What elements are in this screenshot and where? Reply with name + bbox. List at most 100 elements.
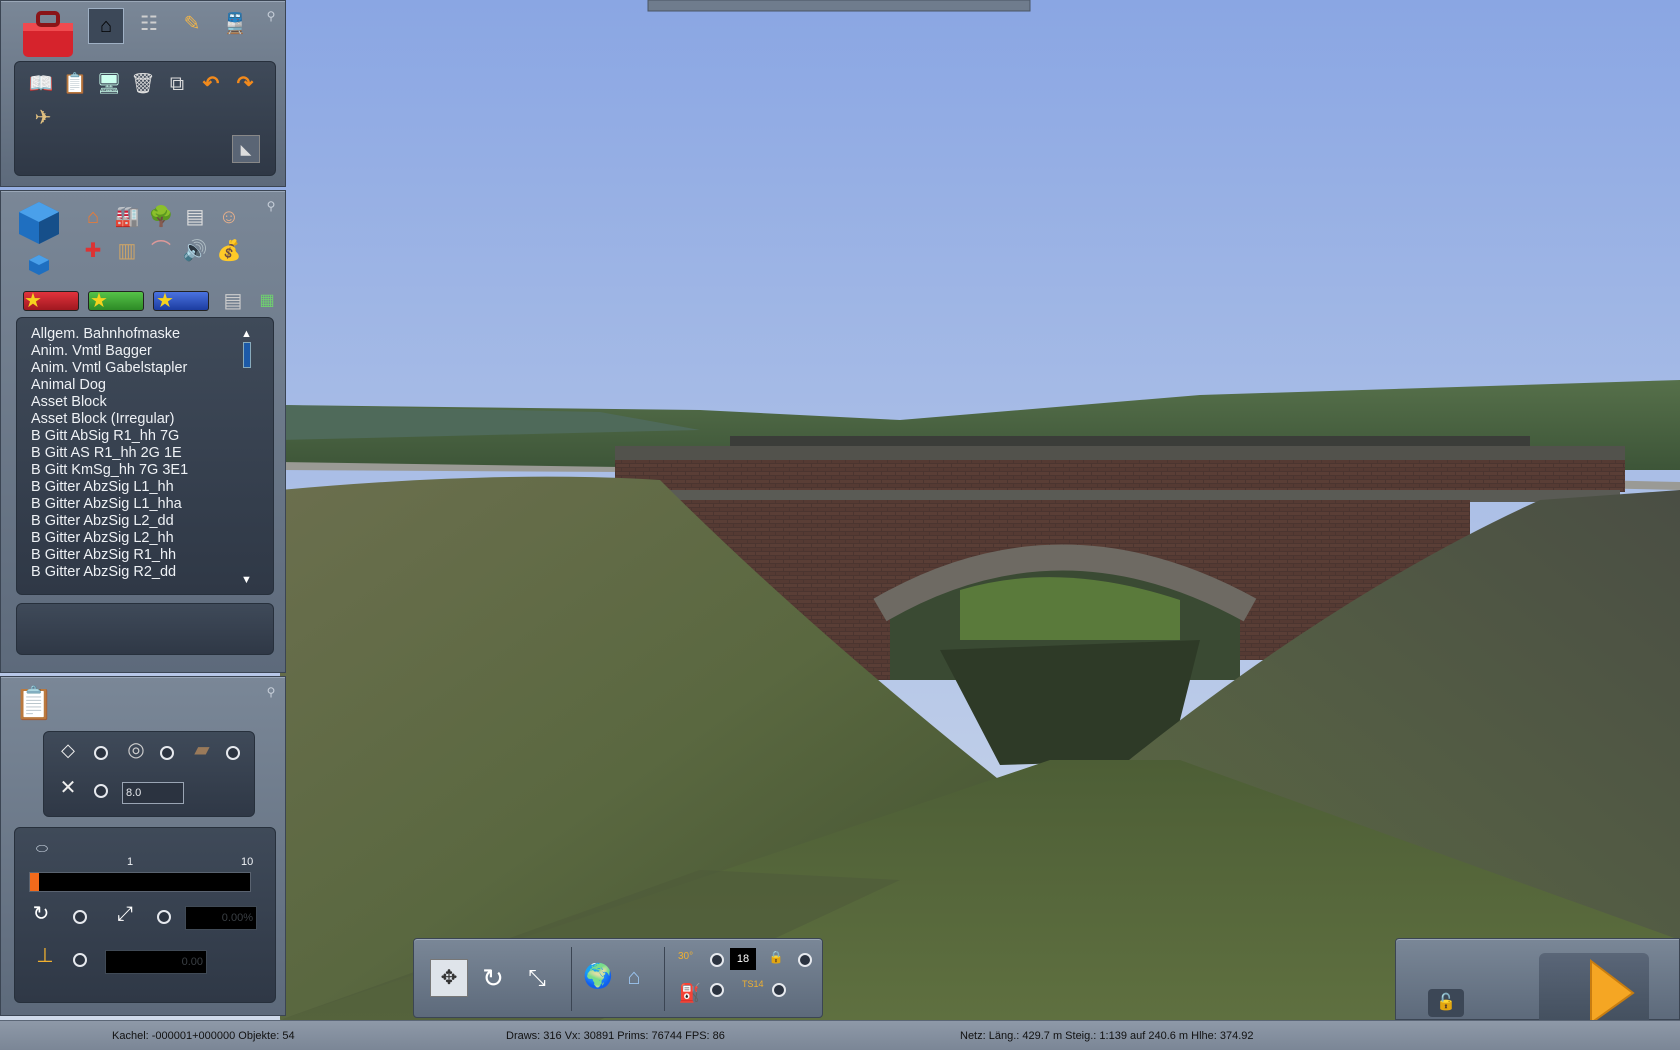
star-red-icon: ★: [24, 290, 42, 312]
scale-anchor-icon: ⤢: [117, 903, 133, 925]
percent-field[interactable]: 0.00%: [185, 906, 257, 930]
globe-icon[interactable]: 🌍: [582, 961, 614, 993]
house-icon[interactable]: ⌂: [88, 8, 124, 44]
unlock-icon[interactable]: 🔓: [1428, 989, 1464, 1017]
asset-list-item[interactable]: B Gitter AbzSig L1_hh: [15, 479, 245, 496]
open-book-icon[interactable]: 📖: [27, 70, 55, 98]
asset-list-item[interactable]: B Gitt AbSig R1_hh 7G: [15, 428, 245, 445]
snap-radio[interactable]: [710, 983, 724, 997]
scroll-down-arrow[interactable]: ▼: [241, 574, 252, 586]
asset-list-scrollbar[interactable]: ▲ ▼: [241, 328, 253, 588]
monitor-icon[interactable]: 🖥: [95, 70, 123, 98]
rotate-radio[interactable]: [73, 910, 87, 924]
asset-list-item[interactable]: Anim. Vmtl Bagger: [15, 343, 245, 360]
paint-brush-icon[interactable]: ✎: [178, 10, 206, 38]
brush-settings-box: ⬭ 1 10 ↻ ⤢ 0.00% ⊥ 0.00: [14, 827, 276, 1003]
scroll-up-arrow[interactable]: ▲: [241, 328, 252, 340]
small-cube-icon[interactable]: [25, 251, 53, 279]
asset-list-item[interactable]: Anim. Vmtl Gabelstapler: [15, 360, 245, 377]
home-view-icon[interactable]: ⌂: [620, 963, 648, 991]
bridge-icon[interactable]: ⌒: [147, 237, 175, 265]
slider-fill[interactable]: [30, 873, 39, 891]
lock-icon[interactable]: 🔒: [768, 949, 784, 965]
asset-list-item[interactable]: B Gitter AbzSig R1_hh: [15, 547, 245, 564]
zoom-out-icon[interactable]: ⤡: [518, 959, 556, 997]
slider-max-label: 10: [241, 856, 254, 868]
scale-radio[interactable]: [157, 910, 171, 924]
mesh-icon: ✕: [59, 777, 77, 799]
plank-radio[interactable]: [226, 746, 240, 760]
play-button[interactable]: [1539, 953, 1649, 1025]
redo-icon[interactable]: ↷: [231, 70, 259, 98]
slider-min-label: 1: [127, 856, 134, 868]
asset-list-item[interactable]: B Gitt AS R1_hh 2G 1E: [15, 445, 245, 462]
properties-clipboard-icon[interactable]: 📋: [13, 681, 55, 725]
ts14-label: TS14: [742, 979, 764, 989]
pin-icon[interactable]: ⚲: [264, 685, 278, 699]
pin-icon[interactable]: ⚲: [264, 9, 278, 23]
bag-icon[interactable]: 💰: [215, 237, 243, 265]
angle-radio[interactable]: [710, 953, 724, 967]
mesh-radio[interactable]: [94, 784, 108, 798]
asset-list-item[interactable]: Allgem. Bahnhofmaske: [15, 326, 245, 343]
play-panel: 🔓: [1395, 938, 1680, 1025]
track-object-icon[interactable]: ▥: [113, 237, 141, 265]
signal-icon[interactable]: ✚: [79, 237, 107, 265]
angle-label: 30°: [678, 951, 694, 962]
star-blue-icon: ★: [156, 290, 174, 312]
value-field[interactable]: 8.0: [122, 782, 184, 804]
asset-preview-box: [16, 603, 274, 655]
locomotive-icon[interactable]: 🚆: [221, 10, 249, 38]
tool-option-icon[interactable]: ◣: [232, 135, 260, 163]
snap-icon[interactable]: ⛽: [676, 979, 704, 1007]
asset-list[interactable]: Allgem. Bahnhofmaske Anim. Vmtl Bagger Ani…: [15, 326, 245, 596]
track-info: Netz: Läng.: 429.7 m Steig.: 1:139 auf 2…: [960, 1030, 1254, 1042]
texture-icon[interactable]: ▤: [181, 203, 209, 231]
asset-list-item[interactable]: B Gitter AbzSig L1_hha: [15, 496, 245, 513]
3d-cube-icon[interactable]: [15, 199, 63, 247]
scenario-icon[interactable]: ✈: [29, 104, 57, 132]
flatten-radio[interactable]: [94, 746, 108, 760]
toolbox-icon[interactable]: [17, 5, 79, 63]
rotate-anchor-icon: ↻: [32, 903, 50, 925]
asset-list-item[interactable]: B Gitter AbzSig R2_dd: [15, 564, 245, 581]
scroll-thumb[interactable]: [243, 342, 251, 368]
asset-list-item[interactable]: B Gitter AbzSig L2_dd: [15, 513, 245, 530]
asset-list-item[interactable]: B Gitter AbzSig L2_hh: [15, 530, 245, 547]
asset-list-item[interactable]: B Gitt KmSg_hh 7G 3E1: [15, 462, 245, 479]
person-icon[interactable]: ☺: [215, 203, 243, 231]
sound-icon[interactable]: 🔊: [181, 237, 209, 265]
brush-size-slider[interactable]: [29, 872, 251, 892]
industry-icon[interactable]: 🏭: [113, 203, 141, 231]
height-radio[interactable]: [73, 953, 87, 967]
circle-brush-radio[interactable]: [160, 746, 174, 760]
height-anchor-icon: ⊥: [36, 945, 54, 967]
track-icon[interactable]: ☷: [135, 10, 163, 38]
list-view-icon[interactable]: ▤: [219, 287, 247, 315]
clipboard-icon[interactable]: 📋: [61, 70, 89, 98]
plank-icon: ▰: [194, 739, 210, 761]
toolbox-tools: 📖 📋 🖥 🗑 ⧉ ↶ ↷ ✈ ◣: [14, 61, 276, 176]
brush-size-icon: ⬭: [36, 840, 48, 856]
asset-list-item[interactable]: Asset Block (Irregular): [15, 411, 245, 428]
pin-icon[interactable]: ⚲: [264, 199, 278, 213]
rotate-view-icon[interactable]: ↻: [474, 959, 512, 997]
height-field[interactable]: 0.00: [105, 950, 207, 974]
tree-icon[interactable]: 🌳: [147, 203, 175, 231]
trash-icon[interactable]: 🗑: [129, 70, 157, 98]
fit-view-icon[interactable]: ✥: [430, 959, 468, 997]
asset-list-item[interactable]: Animal Dog: [15, 377, 245, 394]
lock-radio[interactable]: [798, 953, 812, 967]
building-icon[interactable]: ⌂: [79, 203, 107, 231]
ts14-radio[interactable]: [772, 983, 786, 997]
undo-icon[interactable]: ↶: [197, 70, 225, 98]
asset-list-item[interactable]: Asset Block: [15, 394, 245, 411]
grid-view-icon[interactable]: ▦: [253, 287, 281, 315]
status-bar: Kachel: -000001+000000 Objekte: 54 Draws…: [0, 1020, 1680, 1050]
tile-status: Kachel: -000001+000000 Objekte: 54: [112, 1030, 295, 1042]
divider: [664, 947, 665, 1011]
camera-toolbar: ✥ ↻ ⤡ 🌍 ⌂ 30° 18 🔒 ⛽ TS14: [413, 938, 823, 1018]
toolbox-panel: ⌂ ☷ ✎ 🚆 ⚲ 📖 📋 🖥 🗑 ⧉ ↶ ↷ ✈ ◣: [0, 0, 286, 187]
copy-icon[interactable]: ⧉: [163, 70, 191, 98]
grid-value-field[interactable]: 18: [730, 948, 756, 970]
